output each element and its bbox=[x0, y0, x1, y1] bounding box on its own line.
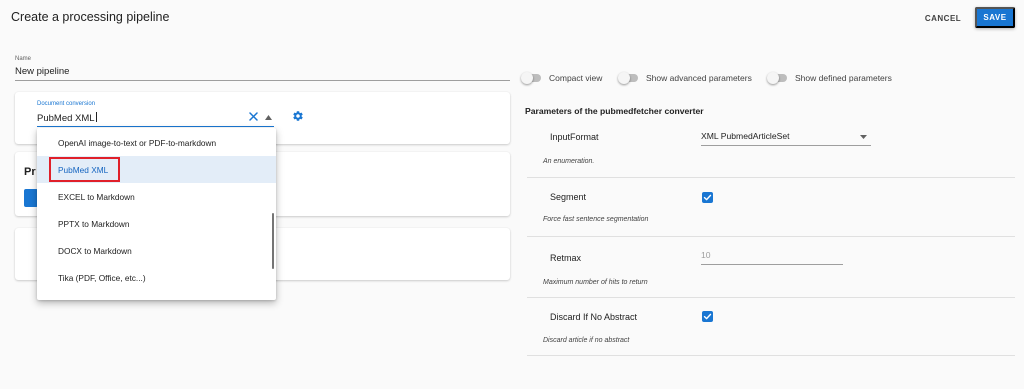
dropdown-option-tika[interactable]: Tika (PDF, Office, etc...) bbox=[37, 264, 276, 291]
check-icon bbox=[703, 194, 712, 201]
show-advanced-parameters-toggle[interactable]: Show advanced parameters bbox=[618, 71, 752, 85]
toggle-label: Compact view bbox=[549, 73, 603, 83]
chevron-down-icon bbox=[860, 135, 867, 139]
toggle-switch[interactable] bbox=[521, 72, 541, 84]
compact-view-toggle[interactable]: Compact view bbox=[521, 71, 603, 85]
inputformat-select[interactable]: XML PubmedArticleSet bbox=[701, 131, 871, 146]
add-button-fragment[interactable] bbox=[24, 189, 38, 207]
document-conversion-label: Document conversion bbox=[37, 101, 96, 107]
name-field[interactable]: Name New pipeline bbox=[15, 56, 510, 81]
discard-if-no-abstract-checkbox[interactable] bbox=[702, 311, 713, 322]
retmax-input[interactable]: 10 bbox=[701, 250, 843, 265]
param-inputformat-description: An enumeration. bbox=[543, 158, 595, 165]
param-retmax-description: Maximum number of hits to return bbox=[543, 279, 648, 286]
dropdown-option-excel[interactable]: EXCEL to Markdown bbox=[37, 183, 276, 210]
highlight-box bbox=[49, 157, 120, 182]
toggle-switch[interactable] bbox=[618, 72, 638, 84]
save-button[interactable]: SAVE bbox=[975, 7, 1015, 28]
show-defined-parameters-toggle[interactable]: Show defined parameters bbox=[767, 71, 892, 85]
param-segment-label: Segment bbox=[550, 192, 587, 202]
close-icon[interactable] bbox=[248, 111, 259, 122]
document-conversion-value: PubMed XML bbox=[37, 113, 95, 124]
param-discard-label: Discard If No Abstract bbox=[550, 312, 638, 322]
dropdown-option-openai[interactable]: OpenAI image-to-text or PDF-to-markdown bbox=[37, 129, 276, 156]
dropdown-scrollbar[interactable] bbox=[272, 213, 274, 269]
param-discard-description: Discard article if no abstract bbox=[543, 337, 630, 344]
arrow-up-icon[interactable] bbox=[265, 115, 272, 120]
header-bar: Create a processing pipeline CANCEL SAVE bbox=[0, 0, 1024, 36]
gear-icon[interactable] bbox=[292, 110, 304, 122]
toggle-switch[interactable] bbox=[767, 72, 787, 84]
retmax-value: 10 bbox=[701, 250, 711, 260]
toggle-label: Show defined parameters bbox=[795, 73, 892, 83]
dropdown-option-docx[interactable]: DOCX to Markdown bbox=[37, 237, 276, 264]
page-title: Create a processing pipeline bbox=[11, 10, 170, 24]
toggle-label: Show advanced parameters bbox=[646, 73, 752, 83]
param-segment-description: Force fast sentence segmentation bbox=[543, 216, 649, 223]
check-icon bbox=[703, 313, 712, 320]
document-conversion-input[interactable]: PubMed XML bbox=[37, 112, 97, 124]
document-conversion-field[interactable]: Document conversion PubMed XML bbox=[37, 101, 274, 127]
name-input[interactable]: New pipeline bbox=[15, 66, 69, 77]
inputformat-value: XML PubmedArticleSet bbox=[701, 131, 790, 141]
divider bbox=[527, 355, 1015, 356]
name-label: Name bbox=[15, 56, 32, 62]
cancel-button[interactable]: CANCEL bbox=[917, 8, 969, 28]
divider bbox=[527, 177, 1015, 178]
divider bbox=[527, 236, 1015, 237]
parameters-title: Parameters of the pubmedfetcher converte… bbox=[525, 106, 704, 116]
card-heading-fragment: Pr bbox=[24, 166, 36, 178]
segment-checkbox[interactable] bbox=[702, 192, 713, 203]
dropdown-option-pptx[interactable]: PPTX to Markdown bbox=[37, 210, 276, 237]
divider bbox=[527, 297, 1015, 298]
param-inputformat-label: InputFormat bbox=[550, 132, 599, 142]
document-conversion-dropdown: OpenAI image-to-text or PDF-to-markdown … bbox=[37, 128, 276, 300]
param-retmax-label: Retmax bbox=[550, 253, 582, 263]
